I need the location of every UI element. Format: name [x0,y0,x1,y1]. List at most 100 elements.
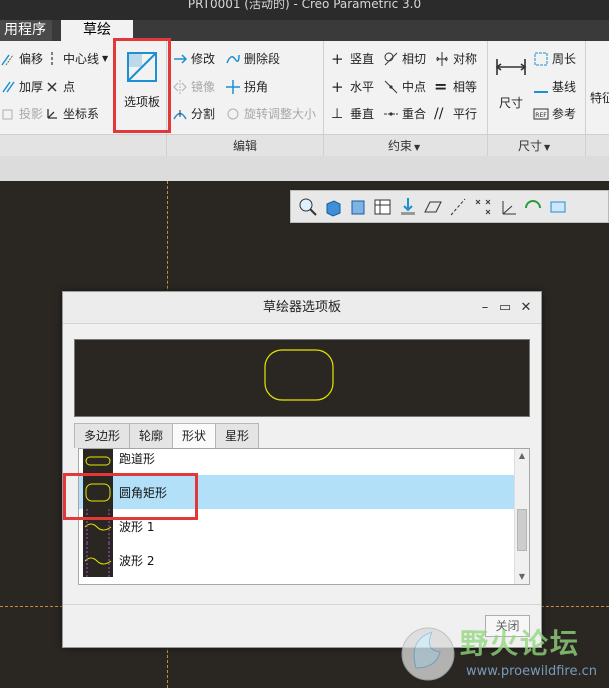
spin-center-icon[interactable] [522,196,544,218]
dimension-group-label[interactable]: 尺寸 ▼ [518,137,550,154]
offset-button[interactable]: 偏移 [0,49,43,69]
refit-icon[interactable] [322,196,344,218]
annotation-display-icon[interactable] [547,196,569,218]
tangent-constraint-icon [384,52,398,66]
modify-label: 修改 [191,52,216,66]
coincident-constraint-button[interactable]: 重合 [383,104,426,124]
equal-constraint-icon: = [434,77,448,96]
equal-constraint-button[interactable]: = 相等 [434,77,477,97]
rotate-resize-label: 旋转调整大小 [244,107,317,121]
csys-label: 坐标系 [63,107,100,121]
tangent-constraint-button[interactable]: 相切 [383,49,426,69]
tab-profile[interactable]: 轮廓 [129,423,174,448]
delete-segment-button[interactable]: 删除段 [225,49,280,69]
editing-group-label: 编辑 [233,139,258,153]
point-display-icon[interactable] [472,196,494,218]
baseline-label: 基线 [552,80,577,94]
datum-planes-icon[interactable] [422,196,444,218]
dialog-title-bar[interactable]: 草绘器选项板 [63,292,541,324]
rotate-resize-button[interactable]: 旋转调整大小 [225,104,316,124]
centerline-dropdown-icon[interactable]: ▼ [102,49,108,69]
reference-button[interactable]: REF 参考 [533,104,576,124]
scroll-down-icon[interactable]: ▼ [515,570,529,584]
csys-display-icon[interactable] [497,196,519,218]
baseline-button[interactable]: 基线 [533,77,576,97]
project-button[interactable]: 投影 [0,104,43,124]
list-scrollbar[interactable]: ▲ ▼ [514,449,529,584]
parallel-constraint-button[interactable]: // 平行 [434,104,477,124]
list-item[interactable]: 跑道形 [79,449,515,475]
midpoint-constraint-button[interactable]: 中点 [383,77,426,97]
vertical-constraint-button[interactable]: + 竖直 [331,49,374,69]
feature-button[interactable]: 特征 [590,89,609,106]
constrain-dropdown-icon[interactable]: ▼ [414,143,420,152]
watermark-title: 野火论坛 [460,627,581,660]
selected-item-highlight-box [63,473,198,520]
modify-button[interactable]: 修改 [172,49,215,69]
in-graphics-toolbar [290,190,609,223]
scroll-up-icon[interactable]: ▲ [515,449,529,463]
point-label: 点 [63,80,76,94]
perpendicular-constraint-button[interactable]: ⊥ 垂直 [331,104,374,124]
palette-highlight-box [113,38,171,133]
saved-orientations-icon[interactable] [347,196,369,218]
centerline-button[interactable]: 中心线 ▼ [44,49,108,69]
thicken-button[interactable]: 加厚 [0,77,43,97]
equal-label: 相等 [453,80,478,94]
datum-axes-icon[interactable] [447,196,469,218]
minimize-icon[interactable]: – [477,300,493,316]
symmetric-label: 对称 [453,52,478,66]
sketch-view-icon[interactable] [397,196,419,218]
tab-polygon[interactable]: 多边形 [74,423,131,448]
thicken-icon [2,81,15,93]
constrain-group-text: 约束 [388,139,413,153]
offset-icon [1,54,14,66]
constrain-group-label[interactable]: 约束 ▼ [388,137,420,154]
centerline-icon [51,52,53,66]
tab-shapes[interactable]: 形状 [172,423,217,449]
watermark-url: www.proewildfire.cn [466,664,597,679]
tab-applications[interactable]: 用程序 [0,20,52,41]
delete-segment-label: 删除段 [244,52,281,66]
horizontal-label: 水平 [350,80,375,94]
view-manager-icon[interactable] [372,196,394,218]
maximize-icon[interactable]: ▭ [497,300,513,316]
zoom-icon[interactable] [297,196,319,218]
scrollbar-thumb[interactable] [517,509,527,551]
horizontal-constraint-icon: + [331,78,344,96]
ribbon-separator [487,41,488,156]
divide-label: 分割 [191,107,216,121]
shape-preview [74,339,530,417]
project-label: 投影 [19,107,44,121]
modify-icon [174,54,188,64]
delete-segment-icon [226,54,240,64]
symmetric-constraint-button[interactable]: 对称 [434,49,477,69]
perimeter-button[interactable]: 周长 [533,49,576,69]
list-item[interactable]: 波形 2 [79,543,515,577]
list-item-label: 跑道形 [119,451,156,466]
midpoint-label: 中点 [402,80,427,94]
project-icon [2,109,13,120]
midpoint-constraint-icon [384,80,398,94]
thicken-label: 加厚 [19,80,44,94]
close-icon[interactable]: ✕ [518,300,534,316]
tab-star[interactable]: 星形 [215,423,260,448]
perimeter-icon [534,52,548,66]
perpendicular-label: 垂直 [350,107,375,121]
divide-button[interactable]: 分割 [172,104,215,124]
reference-icon: REF [533,108,549,120]
list-item-label: 波形 1 [119,519,155,534]
mirror-button[interactable]: 镜像 [172,77,215,97]
point-button[interactable]: 点 [44,77,75,97]
wave-thumbnail [83,543,113,577]
coincident-constraint-icon [384,112,398,116]
dimension-icon [495,59,527,75]
perimeter-label: 周长 [552,52,577,66]
dimension-dropdown-icon[interactable]: ▼ [544,143,550,152]
csys-button[interactable]: 坐标系 [44,104,99,124]
dimension-label: 尺寸 [498,96,523,110]
horizontal-constraint-button[interactable]: + 水平 [331,77,374,97]
dimension-button[interactable]: 尺寸 [490,51,532,123]
corner-button[interactable]: 拐角 [225,77,268,97]
parallel-constraint-icon: // [434,106,444,122]
